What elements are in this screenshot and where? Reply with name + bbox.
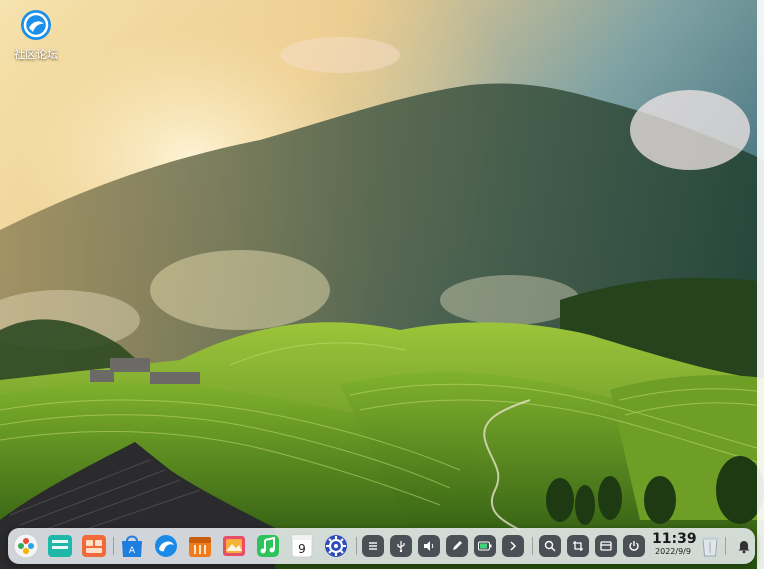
image-viewer-icon[interactable]: [220, 532, 248, 560]
calendar-icon[interactable]: 9: [288, 532, 316, 560]
clock-time: 11:39: [652, 531, 697, 547]
clock[interactable]: 11:39 2022/9/9: [652, 531, 697, 557]
file-manager-icon[interactable]: [80, 532, 108, 560]
dock-separator: [532, 537, 533, 555]
pen-icon[interactable]: [446, 535, 468, 557]
battery-icon[interactable]: [474, 535, 496, 557]
clock-date: 2022/9/9: [655, 547, 691, 556]
browser-icon[interactable]: [152, 532, 180, 560]
control-center-icon[interactable]: [322, 532, 350, 560]
multitasking-view-icon[interactable]: [46, 532, 74, 560]
trash-icon[interactable]: [696, 532, 724, 560]
launcher-icon[interactable]: [12, 532, 40, 560]
search-icon[interactable]: [539, 535, 561, 557]
expand-arrow-icon[interactable]: [502, 535, 524, 557]
deepin-forum-icon: [19, 8, 53, 42]
list-icon[interactable]: [362, 535, 384, 557]
show-desktop-icon[interactable]: [595, 535, 617, 557]
music-icon[interactable]: [254, 532, 282, 560]
desktop-icon-forum[interactable]: 社区论坛: [8, 8, 64, 62]
bell-icon[interactable]: [730, 532, 758, 560]
dock: A 9 11:39 2022/9/9: [8, 528, 755, 564]
app-store-icon[interactable]: A: [118, 532, 146, 560]
svg-text:A: A: [129, 546, 136, 556]
dock-separator: [113, 537, 114, 555]
dock-separator: [725, 537, 726, 555]
desktop-icon-label: 社区论坛: [14, 48, 58, 61]
usb-icon[interactable]: [390, 535, 412, 557]
volume-icon[interactable]: [418, 535, 440, 557]
desktop-wallpaper: [0, 0, 764, 569]
calendar-day: 9: [298, 542, 306, 556]
screenshot-icon[interactable]: [567, 535, 589, 557]
archive-manager-icon[interactable]: [186, 532, 214, 560]
dock-separator: [356, 537, 357, 555]
power-icon[interactable]: [623, 535, 645, 557]
